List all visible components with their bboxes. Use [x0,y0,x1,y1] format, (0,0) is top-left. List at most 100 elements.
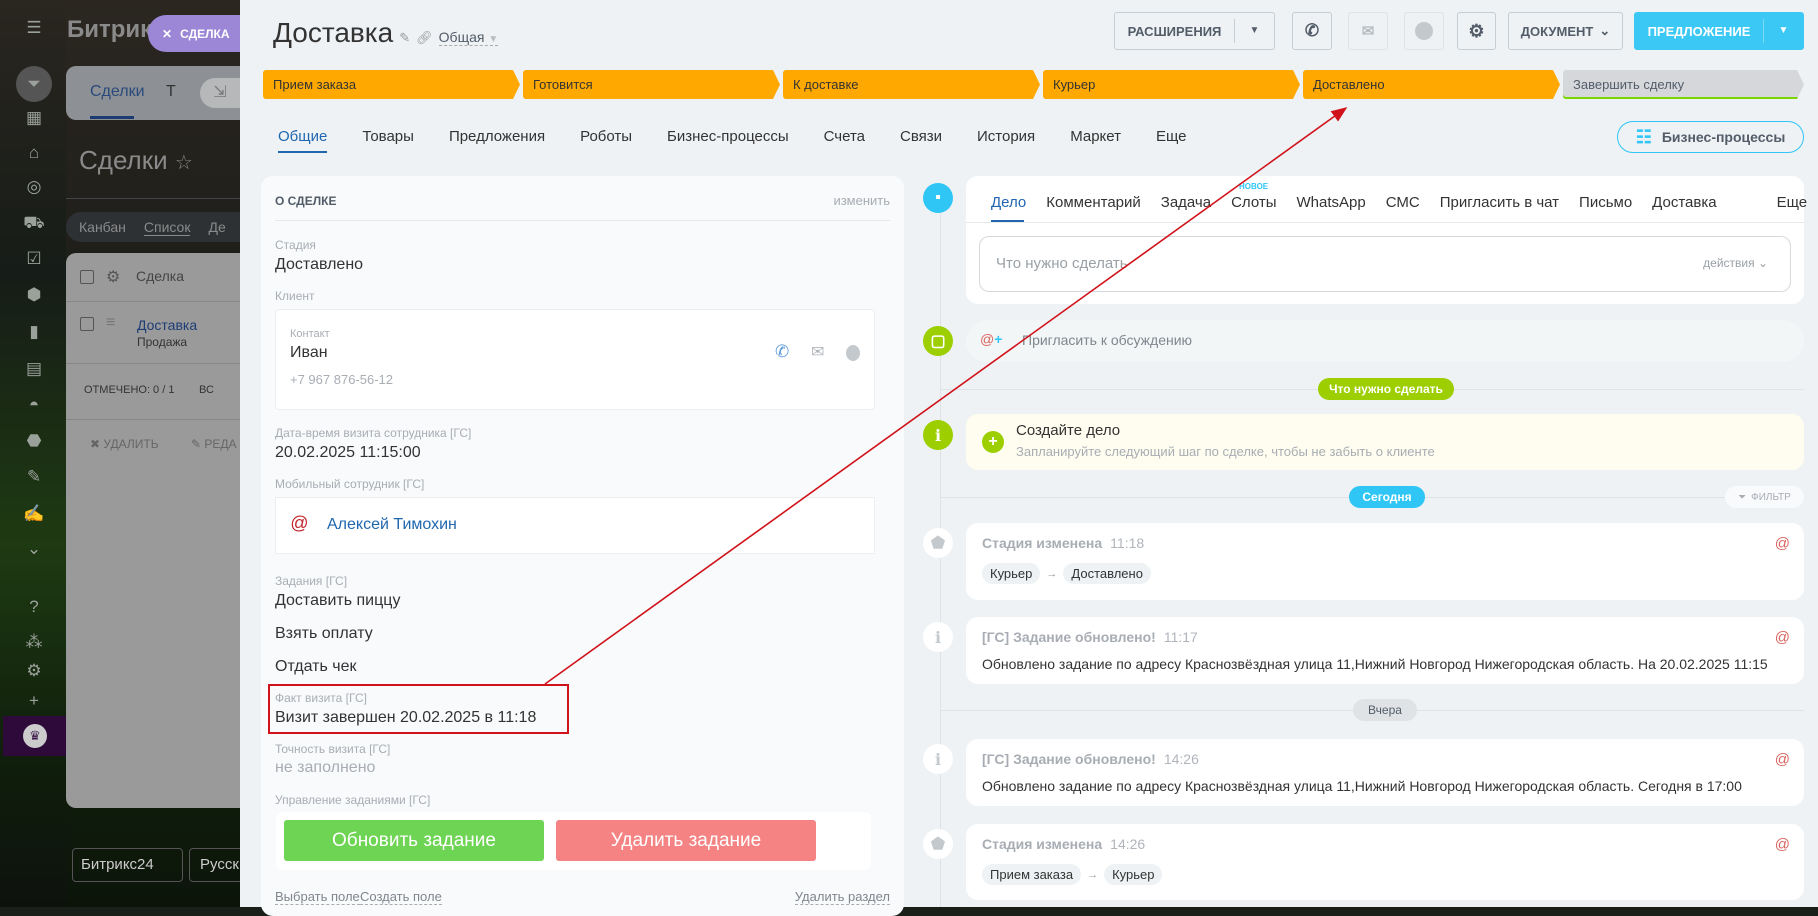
grid-settings-icon[interactable]: ⚙ [106,267,120,287]
category-select[interactable]: Общая ▼ [438,29,499,46]
extensions-dropdown-icon[interactable]: ▼ [1234,19,1274,43]
drag-handle-icon[interactable]: ≡ [106,314,115,332]
target-icon[interactable]: ◎ [22,177,46,197]
structure-icon[interactable]: ⁂ [22,632,46,652]
call-button[interactable]: ✆ [1292,12,1332,50]
add-activity-icon[interactable]: + [982,431,1004,453]
stage-change: Прием заказа → Курьер [982,864,1163,885]
sites-icon[interactable]: ⬢ [22,285,46,305]
tab-5[interactable]: Счета [824,128,865,145]
document-button[interactable]: ДОКУМЕНТ ⌄ [1508,12,1623,50]
stage-value: Доставлено [275,256,364,273]
stage-4[interactable]: Курьер [1043,70,1300,99]
view-kanban[interactable]: Канбан [79,219,126,235]
settings-button[interactable]: ⚙ [1457,12,1496,50]
timeline-tab-5[interactable]: СМС [1386,194,1420,211]
timeline-tab-0[interactable]: Дело [991,194,1026,211]
tab-8[interactable]: Маркет [1070,128,1121,145]
collapse-icon[interactable]: ⇲ [200,78,240,108]
stage-1[interactable]: Прием заказа [263,70,520,99]
cart-icon[interactable]: ⛟ [22,213,46,233]
tab-1[interactable]: Товары [362,128,414,145]
menu-icon[interactable]: ☰ [22,18,46,38]
link-icon[interactable]: 🔗︎ [416,30,433,46]
email-button[interactable]: ✉ [1348,12,1388,50]
deal-link[interactable]: Доставка [137,317,197,333]
phone-icon[interactable]: ✆ [775,342,789,362]
timeline-tab-9[interactable]: Еще [1777,194,1808,211]
actions-dropdown[interactable]: действия ⌄ [1703,256,1768,270]
chat-button[interactable] [1404,12,1444,50]
extensions-button[interactable]: РАСШИРЕНИЯ ▼ [1114,12,1275,50]
crm-filter-icon[interactable]: ⏷ [16,66,52,102]
box-icon[interactable]: ⬣ [22,431,46,451]
delete-task-button[interactable]: Удалить задание [556,820,816,861]
deal-tabs: Общие Товары Предложения Роботы Бизнес-проце… [278,128,1187,145]
chat-icon[interactable] [846,345,860,361]
select-all-checkbox[interactable] [80,270,94,284]
tab-2[interactable]: Предложения [449,128,545,145]
view-other[interactable]: Де [208,219,225,235]
create-field-link[interactable]: Создать поле [360,889,442,905]
settings-icon[interactable]: ⚙ [22,661,46,681]
add-icon[interactable]: + [22,691,46,711]
robot-icon[interactable]: ◓ [22,395,46,415]
analytics-icon[interactable]: ▮ [22,322,46,342]
tab-0[interactable]: Общие [278,128,327,145]
filter-button[interactable]: ⏷ ФИЛЬТР [1725,486,1804,508]
signature-icon[interactable]: ✍ [22,504,46,524]
tab-6[interactable]: Связи [900,128,942,145]
contacts-icon[interactable]: ▤ [22,359,46,379]
timeline-tab-8[interactable]: Доставка [1652,194,1716,211]
update-task-button[interactable]: Обновить задание [284,820,544,861]
create-activity-card[interactable]: + Создайте дело Запланируйте следующий ш… [966,414,1804,470]
timeline-tab-2[interactable]: Задача [1161,194,1211,211]
timeline-tab-3[interactable]: Слоты [1231,194,1276,211]
timeline-tab-4[interactable]: WhatsApp [1297,194,1366,211]
mail-icon[interactable]: ✉ [811,342,824,362]
tab-7[interactable]: История [977,128,1035,145]
edit-pencil-icon[interactable]: ✎ [399,30,410,46]
choose-field-link[interactable]: Выбрать поле [275,889,360,905]
tab-4[interactable]: Бизнес-процессы [667,128,789,145]
delete-section-link[interactable]: Удалить раздел [794,889,890,905]
tasks-icon[interactable]: ☑ [22,249,46,269]
stage-5[interactable]: Доставлено [1303,70,1560,99]
contact-phone[interactable]: +7 967 876-56-12 [290,372,393,387]
stage-6[interactable]: Завершить сделку [1563,70,1804,99]
tab-3[interactable]: Роботы [580,128,632,145]
tab-deals[interactable]: Сделки [90,83,145,101]
employee-box: @ Алексей Тимохин [275,497,875,554]
tab-more[interactable]: Т [166,83,176,101]
stage-2[interactable]: Готовится [523,70,780,99]
edit-section-link[interactable]: изменить [833,193,890,208]
about-deal-card: О СДЕЛКЕ изменить Стадия Доставлено Клие… [261,176,904,916]
invite-discussion-row[interactable]: @+ Пригласить к обсуждению [966,320,1804,362]
crown-icon: ♛ [23,724,47,748]
stage-3[interactable]: К доставке [783,70,1040,99]
help-icon[interactable]: ? [22,597,46,617]
timeline-tabs: Дело Комментарий Задача Слоты WhatsApp СМС При… [991,194,1807,211]
delete-action[interactable]: ✖ УДАЛИТЬ [90,437,159,451]
more-chevron-icon[interactable]: ⌄ [22,539,46,559]
business-processes-button[interactable]: ☷ Бизнес-процессы [1617,121,1804,153]
store-icon[interactable]: ⌂ [22,143,46,163]
offer-dropdown-icon[interactable]: ▼ [1763,19,1803,43]
row-checkbox[interactable] [80,317,94,331]
contact-name[interactable]: Иван [290,344,328,362]
edit-action[interactable]: ✎ РЕДА [191,437,237,451]
bitrix24-button[interactable]: Битрикс24 [72,848,183,882]
employee-link[interactable]: Алексей Тимохин [327,516,457,534]
view-list[interactable]: Список [143,219,191,236]
document-edit-icon[interactable]: ✎ [22,467,46,487]
timeline-tab-1[interactable]: Комментарий [1046,194,1140,211]
todo-input[interactable]: Что нужно сделать действия ⌄ [979,236,1791,292]
deal-header: Доставка ✎ 🔗︎ Общая ▼ [273,17,499,49]
calendar-icon[interactable]: ▦ [22,108,46,128]
offer-button[interactable]: ПРЕДЛОЖЕНИЕ ▼ [1634,12,1804,50]
tab-9[interactable]: Еще [1156,128,1187,145]
timeline-tab-7[interactable]: Письмо [1579,194,1632,211]
timeline-tab-6[interactable]: Пригласить в чат [1440,194,1559,211]
upgrade-area[interactable]: ♛ [3,716,66,756]
event-title: Стадия изменена 14:26 [982,836,1146,852]
